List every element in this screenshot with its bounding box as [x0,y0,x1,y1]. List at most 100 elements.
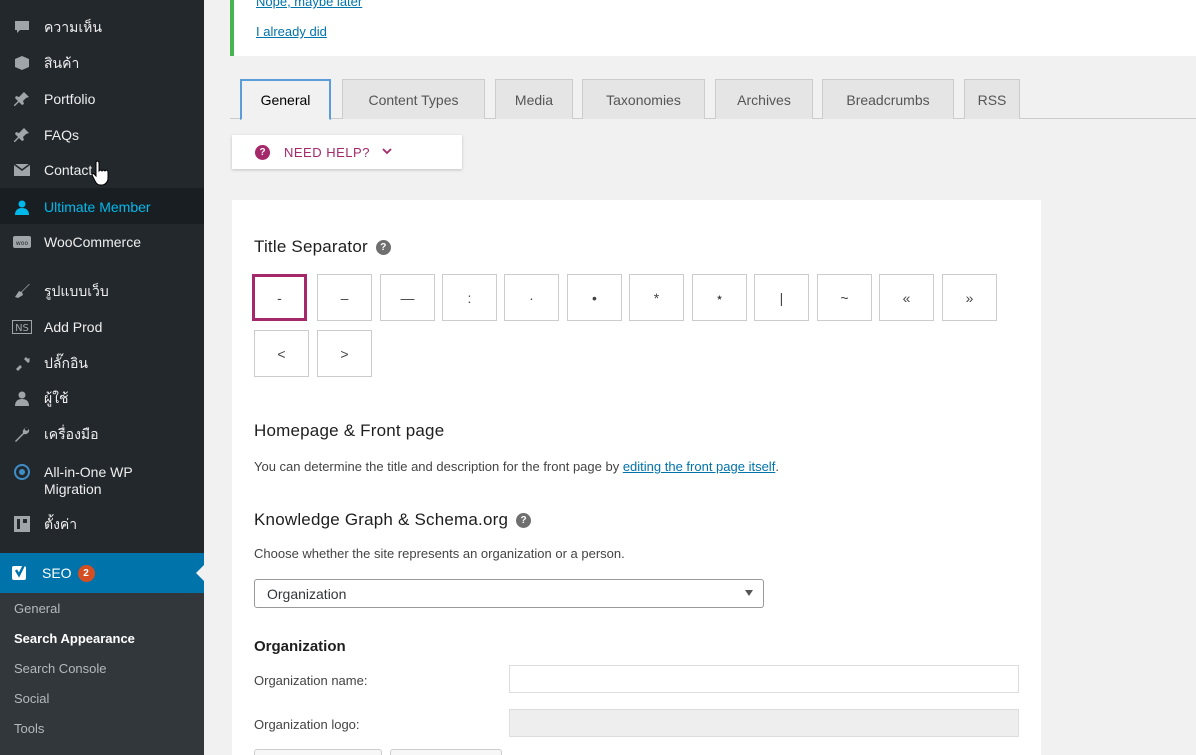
submenu-item-general[interactable]: General [14,601,60,616]
sidebar-item-tools[interactable]: เครื่องมือ [0,426,204,443]
sidebar-item-appearance[interactable]: รูปแบบเว็บ [0,283,204,300]
sidebar-item-label: Ultimate Member [44,199,151,215]
separator-option[interactable]: — [380,274,435,321]
mail-icon [12,162,32,178]
pin-icon [12,91,32,107]
organization-name-input[interactable] [509,665,1019,693]
sidebar-item-seo[interactable]: SEO 2 [0,553,204,593]
knowledge-graph-description: Choose whether the site represents an or… [254,546,625,561]
separator-option[interactable]: - [252,274,307,321]
need-help-button[interactable]: ? NEED HELP? [232,135,462,169]
organization-name-label: Organization name: [254,673,368,688]
edit-front-page-link[interactable]: editing the front page itself [623,459,776,474]
sidebar-item-label: FAQs [44,127,80,143]
sidebar-item-add-prod[interactable]: NS Add Prod [0,319,204,336]
submenu-item-social[interactable]: Social [14,691,49,706]
hand-cursor-icon [91,160,109,186]
organization-logo-input [509,709,1019,737]
submenu-item-tools[interactable]: Tools [14,721,44,736]
sidebar-item-ultimate-member[interactable]: Ultimate Member [0,188,204,224]
sidebar-item-comments[interactable]: ความเห็น [0,19,204,36]
settings-icon [12,516,32,532]
sidebar-item-portfolio[interactable]: Portfolio [0,91,204,108]
organization-or-person-select[interactable]: Organization [254,579,764,608]
separator-option[interactable]: : [442,274,497,321]
chevron-down-icon [382,146,392,158]
help-icon[interactable]: ? [375,240,391,255]
svg-text:woo: woo [16,240,29,247]
separator-option[interactable]: > [317,330,372,377]
sidebar-item-products[interactable]: สินค้า [0,55,204,72]
woo-icon: woo [12,234,32,250]
ns-icon: NS [12,319,32,335]
svg-text:NS: NS [15,323,29,334]
separator-option[interactable]: · [504,274,559,321]
separator-option[interactable]: • [567,274,622,321]
sidebar-item-label: ความเห็น [44,19,102,35]
sidebar-item-label: WooCommerce [44,234,141,250]
settings-panel: Title Separator? - – — : · • * ⋆ | ~ « »… [232,200,1041,755]
submenu-item-search-console[interactable]: Search Console [14,661,107,676]
tab-taxonomies[interactable]: Taxonomies [582,79,705,119]
separator-option[interactable]: « [879,274,934,321]
admin-sidebar: ความเห็น สินค้า Portfolio FAQs Contact U… [0,0,204,755]
homepage-description: You can determine the title and descript… [254,459,779,474]
organization-heading: Organization [254,638,346,655]
select-value: Organization [267,585,347,602]
submenu-item-search-appearance[interactable]: Search Appearance [14,631,135,646]
tab-general[interactable]: General [240,79,331,120]
sidebar-item-label: สินค้า [44,55,80,71]
separator-option[interactable]: < [254,330,309,377]
upload-image-button[interactable] [254,749,382,755]
sidebar-item-woocommerce[interactable]: woo WooCommerce [0,234,204,251]
yoast-icon [12,564,32,582]
already-did-link[interactable]: I already did [256,24,327,39]
clear-image-button[interactable] [390,749,502,755]
title-separator-heading: Title Separator? [254,237,391,257]
tab-media[interactable]: Media [495,79,573,119]
sidebar-item-label: รูปแบบเว็บ [44,283,109,299]
separator-option[interactable]: * [629,274,684,321]
wrench-icon [12,426,32,442]
sidebar-item-label: ตั้งค่า [44,516,78,532]
sidebar-item-label: ปลั๊กอิน [44,355,88,371]
brush-icon [12,283,32,299]
plug-icon [12,355,32,371]
help-icon[interactable]: ? [516,513,532,528]
sidebar-item-label: SEO [42,565,72,581]
pin-icon [12,127,32,143]
sidebar-item-label: เครื่องมือ [44,426,99,442]
tab-archives[interactable]: Archives [715,79,813,119]
separator-option[interactable]: ⋆ [692,274,747,321]
comment-icon [12,19,32,35]
user-icon [12,390,32,406]
sidebar-item-label: ผู้ใช้ [44,390,69,406]
knowledge-graph-heading: Knowledge Graph & Schema.org? [254,510,532,530]
separator-option[interactable]: – [317,274,372,321]
organization-logo-label: Organization logo: [254,717,360,732]
separator-option[interactable]: » [942,274,997,321]
current-menu-arrow [196,565,204,581]
need-help-label: NEED HELP? [284,144,370,160]
tab-rss[interactable]: RSS [964,79,1020,119]
nope-maybe-later-link[interactable]: Nope, maybe later [256,0,362,9]
tab-breadcrumbs[interactable]: Breadcrumbs [822,79,954,119]
migration-icon [12,464,32,480]
separator-option[interactable]: | [754,274,809,321]
sidebar-item-users[interactable]: ผู้ใช้ [0,390,204,407]
search-appearance-tabs: General Content Types Media Taxonomies A… [230,79,1196,120]
review-notice: Nope, maybe later I already did [230,0,1196,56]
sidebar-item-plugins[interactable]: ปลั๊กอิน [0,355,204,372]
dropdown-arrow-icon [745,590,753,596]
separator-option[interactable]: ~ [817,274,872,321]
question-icon: ? [255,144,270,160]
sidebar-item-all-in-one-migration[interactable]: All-in-One WP Migration [0,464,204,498]
notification-badge: 2 [77,564,95,582]
sidebar-item-settings[interactable]: ตั้งค่า [0,516,204,533]
sidebar-item-faqs[interactable]: FAQs [0,127,204,144]
sidebar-item-label: Contact [44,162,93,178]
homepage-heading: Homepage & Front page [254,421,445,440]
sidebar-item-label: All-in-One WP Migration [44,464,133,497]
tab-content-types[interactable]: Content Types [342,79,485,119]
sidebar-item-label: Add Prod [44,319,103,335]
